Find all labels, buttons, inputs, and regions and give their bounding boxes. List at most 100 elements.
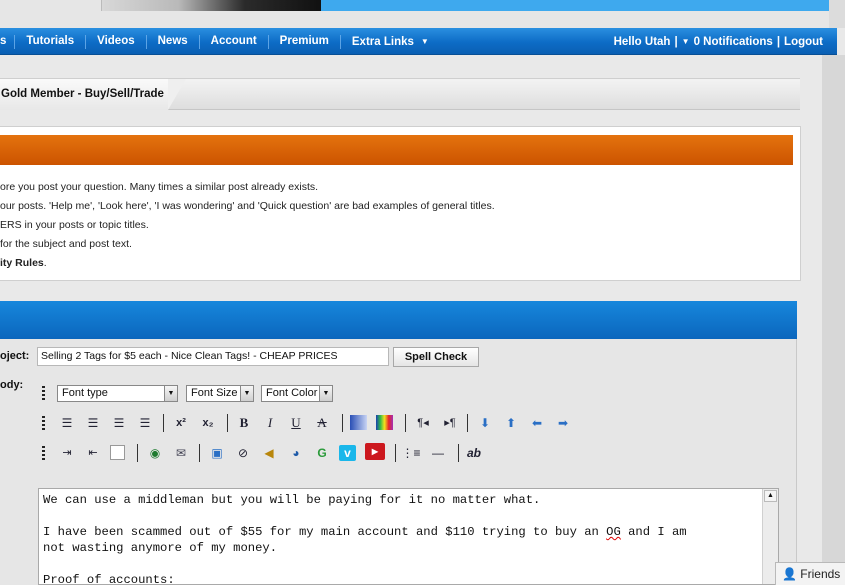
toolbar-separator bbox=[395, 444, 396, 462]
bullet-list-icon[interactable]: ⋮≡ bbox=[401, 443, 421, 463]
toolbar-separator bbox=[163, 414, 164, 432]
misspelled-word: OG bbox=[606, 525, 621, 539]
rules-header bbox=[0, 135, 793, 165]
dropdown-arrow-icon: ▼ bbox=[240, 386, 253, 401]
subscript-icon[interactable]: x₂ bbox=[198, 413, 218, 433]
dropdown-arrow-icon: ▼ bbox=[164, 386, 177, 401]
toolbar-separator bbox=[405, 414, 406, 432]
toolbar-separator bbox=[458, 444, 459, 462]
nav-item-premium[interactable]: Premium bbox=[269, 28, 340, 55]
breadcrumb: Gold Member - Buy/Sell/Trade bbox=[0, 78, 800, 110]
post-body-editor[interactable]: We can use a middleman but you will be p… bbox=[38, 488, 779, 585]
rule-line: ERS in your posts or topic titles. bbox=[0, 219, 149, 231]
nav-divider bbox=[14, 34, 16, 49]
font-size-select[interactable]: Font Size ▼ bbox=[186, 385, 254, 402]
toolbar-grip[interactable] bbox=[42, 386, 45, 400]
editor-line: not wasting anymore of my money. bbox=[43, 541, 278, 555]
nav-item-videos[interactable]: Videos bbox=[86, 28, 146, 55]
nav-item-extra-links[interactable]: Extra Links ▼ bbox=[341, 28, 440, 56]
bold-icon[interactable]: B bbox=[234, 413, 254, 433]
post-panel-header bbox=[0, 301, 797, 339]
color-palette-icon[interactable] bbox=[376, 415, 393, 430]
indent-icon[interactable]: ⇥ bbox=[57, 443, 77, 463]
font-color-select[interactable]: Font Color ▼ bbox=[261, 385, 333, 402]
insert-icon[interactable]: ⬇ bbox=[475, 413, 495, 433]
nav-divider bbox=[339, 34, 341, 49]
banner-image bbox=[101, 0, 321, 11]
justify-left-icon[interactable]: ☰ bbox=[57, 413, 77, 433]
rule-line: ore you post your question. Many times a… bbox=[0, 181, 319, 193]
flash-icon[interactable]: ⊘ bbox=[233, 443, 253, 463]
scroll-up-icon[interactable]: ▲ bbox=[764, 490, 777, 502]
italic-icon[interactable]: I bbox=[260, 413, 280, 433]
editor-line: Proof of accounts: bbox=[43, 573, 175, 585]
rule-suffix: . bbox=[43, 257, 47, 269]
align-left-icon[interactable]: ☰ bbox=[135, 413, 155, 433]
gradient-icon[interactable] bbox=[350, 415, 367, 430]
toolbar-separator bbox=[199, 444, 200, 462]
toolbar-grip[interactable] bbox=[42, 416, 45, 430]
align-right-icon[interactable]: ☰ bbox=[83, 413, 103, 433]
dropdown-arrow-icon: ▼ bbox=[319, 386, 332, 401]
google-icon[interactable]: G bbox=[312, 443, 332, 463]
friends-tab[interactable]: 👤 Friends bbox=[775, 562, 845, 585]
main-nav: s Tutorials Videos News Account Premium … bbox=[0, 28, 837, 55]
chevron-down-icon[interactable]: ▼ bbox=[682, 37, 690, 46]
logout-link[interactable]: Logout bbox=[784, 36, 823, 48]
spellcheck-icon[interactable]: ab bbox=[464, 443, 484, 463]
nav-item-news[interactable]: News bbox=[147, 28, 199, 55]
toolbar-separator bbox=[137, 444, 138, 462]
move-left-icon[interactable]: ⬅ bbox=[527, 413, 547, 433]
breadcrumb-current[interactable]: Gold Member - Buy/Sell/Trade bbox=[1, 88, 164, 100]
superscript-icon[interactable]: x² bbox=[171, 413, 191, 433]
toolbar-separator bbox=[342, 414, 343, 432]
page-gutter bbox=[822, 55, 845, 585]
font-type-select[interactable]: Font type ▼ bbox=[57, 385, 178, 402]
outdent-icon[interactable]: ⇤ bbox=[83, 443, 103, 463]
move-right-icon[interactable]: ➡ bbox=[553, 413, 573, 433]
editor-line: I have been scammed out of $55 for my ma… bbox=[43, 524, 687, 540]
nav-item-tutorials[interactable]: Tutorials bbox=[15, 28, 85, 55]
toolbar-grip[interactable] bbox=[42, 446, 45, 460]
friends-label: Friends bbox=[800, 567, 841, 581]
person-icon: 👤 bbox=[782, 567, 797, 581]
strikethrough-icon[interactable]: A bbox=[312, 413, 332, 433]
email-link-icon[interactable]: ✉ bbox=[171, 443, 191, 463]
community-rules-link[interactable]: ity Rules bbox=[0, 257, 44, 269]
rule-line: our posts. 'Help me', 'Look here', 'I wa… bbox=[0, 200, 495, 212]
banner-ad bbox=[321, 0, 829, 11]
nav-item-partial[interactable]: s bbox=[0, 28, 14, 55]
user-greeting[interactable]: Hello Utah bbox=[614, 36, 671, 48]
spell-check-button[interactable]: Spell Check bbox=[393, 347, 479, 367]
font-size-value: Font Size bbox=[191, 387, 238, 399]
editor-line: We can use a middleman but you will be p… bbox=[43, 493, 541, 507]
youtube-icon[interactable]: ▶ bbox=[365, 443, 385, 460]
image-icon[interactable]: ▣ bbox=[207, 443, 227, 463]
table-icon[interactable] bbox=[110, 445, 125, 460]
toolbar-separator bbox=[227, 414, 228, 432]
sound-icon[interactable]: ◀ bbox=[259, 443, 279, 463]
subject-label: oject: bbox=[0, 350, 30, 362]
body-label: ody: bbox=[0, 379, 24, 391]
editor-text-run: and I am bbox=[620, 525, 687, 539]
font-color-value: Font Color bbox=[266, 387, 318, 399]
subject-input[interactable]: Selling 2 Tags for $5 each - Nice Clean … bbox=[37, 347, 389, 366]
underline-icon[interactable]: U bbox=[286, 413, 306, 433]
upload-icon[interactable]: ⬆ bbox=[501, 413, 521, 433]
font-type-value: Font type bbox=[62, 387, 108, 399]
notifications-link[interactable]: 0 Notifications bbox=[694, 36, 773, 48]
globe-link-icon[interactable]: ◉ bbox=[145, 443, 165, 463]
top-banner bbox=[0, 0, 845, 28]
horizontal-rule-icon[interactable]: ― bbox=[428, 443, 448, 463]
quote-icon[interactable]: ◕ bbox=[286, 443, 306, 463]
nav-item-account[interactable]: Account bbox=[200, 28, 268, 55]
nav-separator: | bbox=[776, 35, 781, 48]
align-center-icon[interactable]: ☰ bbox=[109, 413, 129, 433]
nav-divider bbox=[267, 34, 269, 49]
ltr-icon[interactable]: ¶◂ bbox=[413, 413, 433, 433]
vimeo-icon[interactable]: v bbox=[339, 445, 356, 461]
page-edge bbox=[829, 0, 845, 28]
rtl-icon[interactable]: ▸¶ bbox=[440, 413, 460, 433]
posting-rules-box: ore you post your question. Many times a… bbox=[0, 126, 801, 281]
nav-divider bbox=[145, 34, 147, 49]
